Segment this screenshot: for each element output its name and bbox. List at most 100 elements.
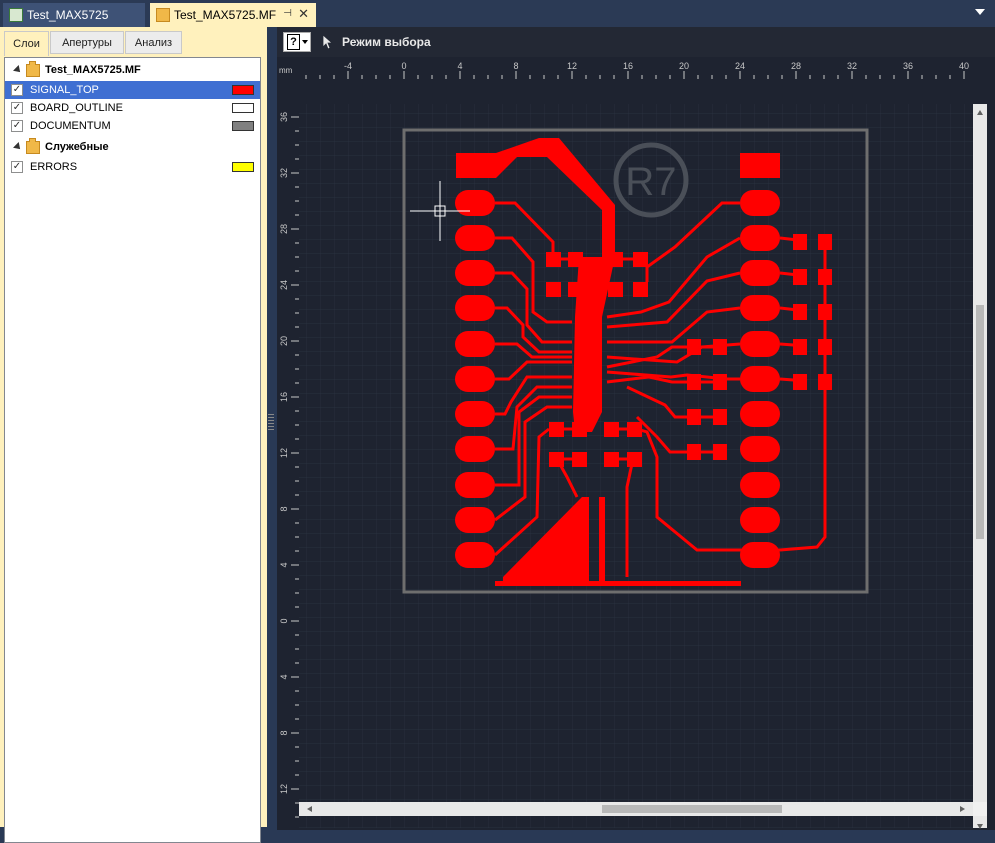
cursor-arrow-icon <box>322 34 334 50</box>
pad <box>455 507 495 533</box>
pad <box>455 331 495 357</box>
layer-name: DOCUMENTUM <box>30 120 111 132</box>
pad <box>455 190 495 216</box>
tab-test-max5725[interactable]: Test_MAX5725 <box>3 3 145 27</box>
layer-color-swatch[interactable] <box>232 85 254 95</box>
pad <box>455 366 495 392</box>
pad <box>740 436 780 462</box>
tab-analysis[interactable]: Анализ <box>125 31 182 54</box>
ruler-top: -4 0 4 8 12 16 20 24 28 32 36 40 mm <box>277 57 995 79</box>
layer-name: ERRORS <box>30 161 78 173</box>
ruler-x-label: 28 <box>791 61 801 71</box>
layer-checkbox[interactable]: ✓ <box>11 102 23 114</box>
ruler-x-label: 24 <box>735 61 745 71</box>
unit-label: mm <box>279 66 293 75</box>
logo-text: R7 <box>625 160 676 204</box>
ruler-y-label: 4 <box>279 674 289 679</box>
layer-color-swatch[interactable] <box>232 162 254 172</box>
ruler-y-label: 4 <box>279 562 289 567</box>
ruler-x-label: -4 <box>344 61 352 71</box>
scroll-thumb[interactable] <box>602 805 782 813</box>
ruler-x-label: 0 <box>401 61 406 71</box>
pad <box>740 401 780 427</box>
ruler-y-label: 0 <box>279 618 289 623</box>
ruler-x-label: 40 <box>959 61 969 71</box>
vertical-scrollbar[interactable] <box>973 104 987 828</box>
horizontal-scrollbar[interactable] <box>299 802 973 816</box>
schematic-doc-icon <box>9 8 23 22</box>
ruler-y-label: 8 <box>279 506 289 511</box>
pad <box>455 472 495 498</box>
help-button[interactable]: ? <box>283 32 311 52</box>
bottom-bus <box>495 581 741 586</box>
pad-square <box>740 153 780 178</box>
tab-label: Test_MAX5725.MF <box>174 8 277 22</box>
ruler-y-label: 8 <box>279 730 289 735</box>
ruler-x-label: 12 <box>567 61 577 71</box>
document-tab-bar: Test_MAX5725 Test_MAX5725.MF ⊣ ✕ <box>0 0 995 27</box>
tab-test-max5725-mf[interactable]: Test_MAX5725.MF ⊣ ✕ <box>150 3 316 27</box>
layers-panel: Слои Апертуры Анализ Test_MAX5725.MF ✓ S… <box>0 27 267 843</box>
project-node[interactable]: Test_MAX5725.MF <box>5 60 260 79</box>
pcb-canvas[interactable]: -4 0 4 8 12 16 20 24 28 32 36 40 mm 36 32 28 24 20 16 12 8… <box>277 57 995 843</box>
pad <box>740 366 780 392</box>
ruler-x-label: 20 <box>679 61 689 71</box>
layer-color-swatch[interactable] <box>232 121 254 131</box>
trace <box>599 497 605 585</box>
ruler-y-label: 28 <box>279 224 289 234</box>
pad <box>455 225 495 251</box>
ruler-y-label: 12 <box>279 448 289 458</box>
layer-row-board-outline[interactable]: ✓ BOARD_OUTLINE <box>5 99 260 117</box>
ruler-y-label: 24 <box>279 280 289 290</box>
tab-list-dropdown-icon[interactable] <box>975 9 985 15</box>
board-doc-icon <box>156 8 170 22</box>
scroll-corner <box>973 802 987 816</box>
pad <box>740 507 780 533</box>
ruler-y-label: 20 <box>279 336 289 346</box>
help-question-icon: ? <box>287 34 300 50</box>
ruler-x-label: 32 <box>847 61 857 71</box>
layer-checkbox[interactable]: ✓ <box>11 120 23 132</box>
folder-icon <box>26 137 40 154</box>
layer-checkbox[interactable]: ✓ <box>11 161 23 173</box>
layer-tree: Test_MAX5725.MF ✓ SIGNAL_TOP ✓ BOARD_OUT… <box>4 57 261 843</box>
expand-icon[interactable] <box>13 142 23 152</box>
mode-label: Режим выбора <box>342 35 431 49</box>
pad <box>740 225 780 251</box>
ruler-x-label: 8 <box>513 61 518 71</box>
ruler-y-label: 32 <box>279 168 289 178</box>
ruler-x-label: 36 <box>903 61 913 71</box>
layer-name: BOARD_OUTLINE <box>30 102 123 114</box>
copper-center <box>573 317 602 432</box>
expand-icon[interactable] <box>13 65 23 75</box>
service-group-node[interactable]: Служебные <box>5 137 260 156</box>
close-icon[interactable]: ✕ <box>298 6 309 22</box>
pad <box>740 260 780 286</box>
tab-apertures[interactable]: Апертуры <box>50 31 124 54</box>
ruler-y-label: 36 <box>279 112 289 122</box>
folder-icon <box>26 60 40 77</box>
layer-color-swatch[interactable] <box>232 103 254 113</box>
pin-icon[interactable]: ⊣ <box>283 8 292 19</box>
tab-layers[interactable]: Слои <box>4 31 49 56</box>
pad-square <box>456 153 496 178</box>
pad <box>455 542 495 568</box>
ruler-x-label: 16 <box>623 61 633 71</box>
pad <box>455 436 495 462</box>
chevron-down-icon <box>302 40 308 44</box>
layer-row-documentum[interactable]: ✓ DOCUMENTUM <box>5 117 260 135</box>
project-name: Test_MAX5725.MF <box>45 64 141 76</box>
editor-area: ? Режим выбора -4 0 4 8 12 16 20 24 28 32 36 40 mm <box>277 27 995 843</box>
ruler-y-label: 16 <box>279 392 289 402</box>
panel-splitter[interactable] <box>268 414 274 430</box>
ruler-left: 36322824201612840481216 <box>277 79 299 843</box>
layer-row-signal-top[interactable]: ✓ SIGNAL_TOP <box>5 81 260 99</box>
layer-name: SIGNAL_TOP <box>30 84 99 96</box>
scroll-thumb[interactable] <box>976 305 984 539</box>
layer-checkbox[interactable]: ✓ <box>11 84 23 96</box>
ruler-x-label: 4 <box>457 61 462 71</box>
layer-row-errors[interactable]: ✓ ERRORS <box>5 158 260 176</box>
editor-toolbar: ? Режим выбора <box>277 27 995 57</box>
pad <box>455 401 495 427</box>
pad <box>740 190 780 216</box>
